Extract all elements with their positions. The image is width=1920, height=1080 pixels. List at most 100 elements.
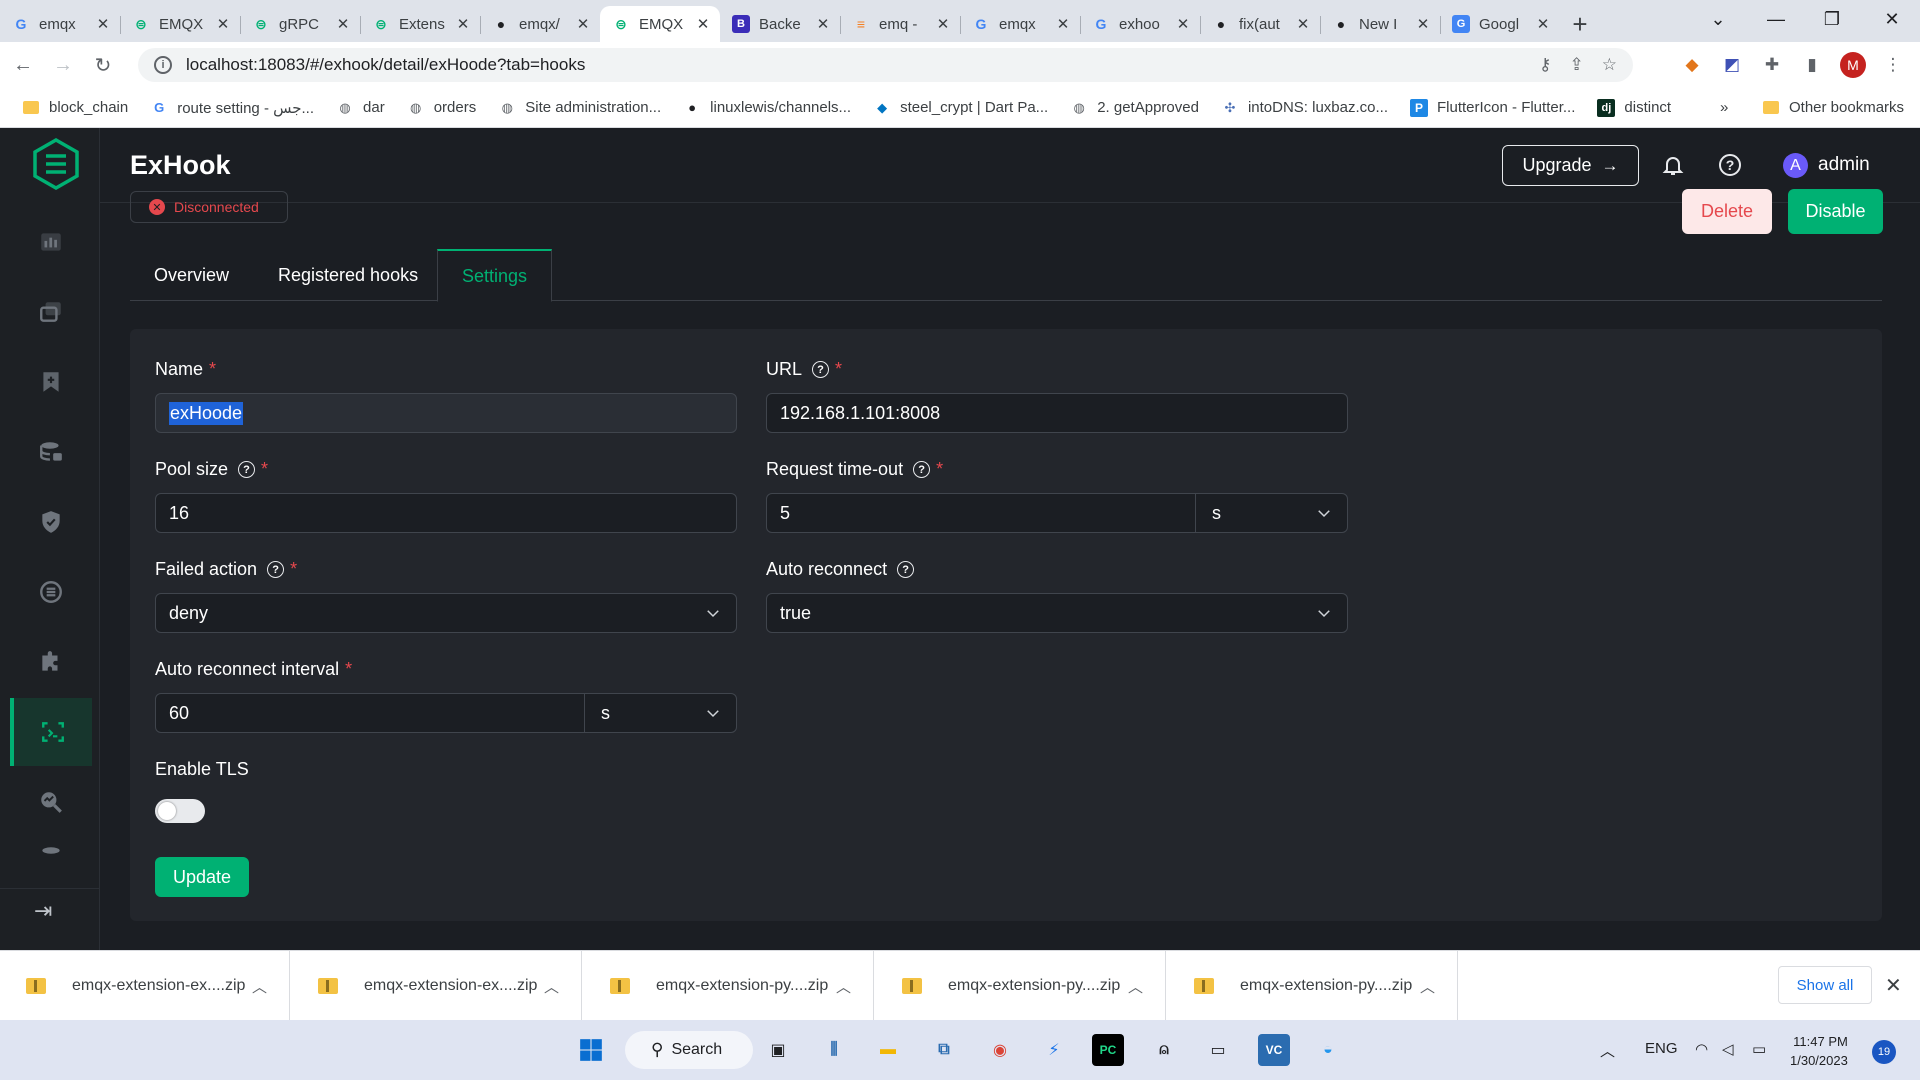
help-circle-icon[interactable]: ? <box>812 361 830 378</box>
bookmark-item[interactable]: ● linuxlewis/channels... <box>683 99 851 117</box>
browser-tab[interactable]: ≡ emq - ✕ <box>840 6 960 42</box>
chevron-up-icon[interactable]: ︿ <box>252 976 267 997</box>
close-icon[interactable]: ✕ <box>1054 15 1072 33</box>
key-icon[interactable]: ⚷ <box>1539 55 1551 75</box>
help-circle-icon[interactable]: ? <box>913 461 931 478</box>
bookmark-star-icon[interactable]: ☆ <box>1602 55 1617 75</box>
browser-tab[interactable]: G emqx ✕ <box>960 6 1080 42</box>
auto-reconnect-interval-input[interactable]: 60 s <box>155 693 737 733</box>
new-tab-button[interactable]: + <box>1560 6 1600 42</box>
close-icon[interactable]: ✕ <box>1294 15 1312 33</box>
help-circle-icon[interactable]: ? <box>238 461 256 478</box>
download-item[interactable]: emqx-extension-py....zip ︿ <box>876 951 1166 1021</box>
tab-search-icon[interactable]: ⌄ <box>1694 0 1742 38</box>
windows-start-icon[interactable] <box>575 1034 607 1066</box>
url-input[interactable]: 192.168.1.101:8008 <box>766 393 1348 433</box>
address-url[interactable]: localhost:18083/#/exhook/detail/exHoode?… <box>186 55 1521 75</box>
vscode-icon[interactable]: VC <box>1258 1034 1290 1066</box>
bookmark-item[interactable]: P FlutterIcon - Flutter... <box>1410 98 1575 117</box>
puzzle-icon[interactable]: ✚ <box>1759 52 1785 78</box>
volume-icon[interactable]: ◁ <box>1722 1040 1734 1058</box>
wifi-icon[interactable]: ◠ <box>1695 1040 1708 1058</box>
close-icon[interactable]: ✕ <box>934 15 952 33</box>
extension-icon[interactable]: ◩ <box>1719 52 1745 78</box>
bookmarks-overflow[interactable]: » <box>1720 99 1728 116</box>
failed-action-select[interactable]: deny <box>155 593 737 633</box>
docker-icon[interactable]: ◒ <box>1312 1034 1344 1066</box>
chevron-up-icon[interactable]: ︿ <box>1420 976 1435 997</box>
sidebar-item-exhook[interactable] <box>10 698 92 766</box>
side-panel-icon[interactable]: ▮ <box>1799 52 1825 78</box>
metamask-icon[interactable]: ◆ <box>1679 52 1705 78</box>
browser-tab-active[interactable]: ⊜ EMQX ✕ <box>600 6 720 42</box>
sidebar-item-dashboard[interactable] <box>10 208 92 276</box>
close-icon[interactable]: ✕ <box>454 15 472 33</box>
delete-button[interactable]: Delete <box>1682 189 1772 234</box>
sidebar-item-diagnose[interactable] <box>10 768 92 836</box>
browser-tab[interactable]: ● emqx/ ✕ <box>480 6 600 42</box>
browser-tab[interactable]: ⊜ gRPC ✕ <box>240 6 360 42</box>
auto-reconnect-select[interactable]: true <box>766 593 1348 633</box>
update-button[interactable]: Update <box>155 857 249 897</box>
more-menu-icon[interactable]: ⋮ <box>1880 52 1906 78</box>
chrome-icon[interactable]: ◉ <box>984 1034 1016 1066</box>
browser-tab[interactable]: G Googl ✕ <box>1440 6 1560 42</box>
bookmark-item[interactable]: Groute setting - جس... <box>150 99 314 117</box>
bookmark-item[interactable]: ◍ Site administration... <box>498 99 662 117</box>
pool-size-input[interactable]: 16 <box>155 493 737 533</box>
terminal-icon[interactable]: ▭ <box>1202 1034 1234 1066</box>
browser-tab[interactable]: ⊜ EMQX ✕ <box>120 6 240 42</box>
bookmark-item[interactable]: ◍ 2. getApproved <box>1070 99 1199 117</box>
download-item[interactable]: emqx-extension-py....zip ︿ <box>584 951 874 1021</box>
bookmark-item[interactable]: ◆ steel_crypt | Dart Pa... <box>873 99 1048 117</box>
close-icon[interactable]: ✕ <box>1174 15 1192 33</box>
user-name[interactable]: admin <box>1818 154 1870 176</box>
tab-settings[interactable]: Settings <box>437 249 553 302</box>
tab-registered-hooks[interactable]: Registered hooks <box>254 249 442 301</box>
chevron-up-icon[interactable]: ︿ <box>1600 1040 1615 1061</box>
taskbar-search[interactable]: ⚲ Search <box>625 1031 753 1069</box>
bookmark-item[interactable]: block_chain <box>22 99 128 117</box>
sidebar-item-subscriptions[interactable] <box>10 348 92 416</box>
sidebar-item-data-integration[interactable] <box>10 418 92 486</box>
close-icon[interactable]: ✕ <box>214 15 232 33</box>
bookmark-item[interactable]: ✣ intoDNS: luxbaz.co... <box>1221 99 1388 117</box>
power-app-icon[interactable]: ⚡ <box>1038 1034 1070 1066</box>
clock[interactable]: 11:47 PM 1/30/2023 <box>1790 1032 1848 1070</box>
battery-icon[interactable]: ▭ <box>1752 1040 1766 1058</box>
close-icon[interactable]: ✕ <box>814 15 832 33</box>
close-icon[interactable]: ✕ <box>94 15 112 33</box>
browser-tab[interactable]: ⊜ Extens ✕ <box>360 6 480 42</box>
network-app-icon[interactable]: ⧉ <box>928 1034 960 1066</box>
enable-tls-toggle[interactable] <box>155 799 205 823</box>
monitor-app-icon[interactable]: ⫼ <box>818 1034 850 1066</box>
bookmark-item[interactable]: dj distinct <box>1597 98 1671 117</box>
notification-badge[interactable]: 19 <box>1872 1040 1896 1064</box>
name-input[interactable]: exHoode <box>155 393 737 433</box>
close-icon[interactable]: ✕ <box>574 15 592 33</box>
other-bookmarks[interactable]: Other bookmarks <box>1762 99 1904 117</box>
sidebar-item-connections[interactable] <box>10 278 92 346</box>
browser-tab[interactable]: G exhoo ✕ <box>1080 6 1200 42</box>
upgrade-button[interactable]: Upgrade → <box>1502 145 1639 186</box>
address-bar[interactable]: i localhost:18083/#/exhook/detail/exHood… <box>138 48 1633 82</box>
download-item[interactable]: emqx-extension-py....zip ︿ <box>1168 951 1458 1021</box>
close-icon[interactable]: ✕ <box>1414 15 1432 33</box>
profile-avatar[interactable]: M <box>1840 52 1866 78</box>
show-all-button[interactable]: Show all <box>1778 966 1872 1004</box>
download-item[interactable]: emqx-extension-ex....zip ︿ <box>0 951 290 1021</box>
task-view-icon[interactable]: ▣ <box>762 1034 794 1066</box>
browser-tab[interactable]: B Backe ✕ <box>720 6 840 42</box>
tab-overview[interactable]: Overview <box>130 249 253 301</box>
share-icon[interactable]: ⇪ <box>1570 55 1584 75</box>
bookmark-item[interactable]: ◍ orders <box>407 99 476 117</box>
close-icon[interactable]: ✕ <box>334 15 352 33</box>
pycharm-icon[interactable]: PC <box>1092 1034 1124 1066</box>
browser-tab[interactable]: ● New I ✕ <box>1320 6 1440 42</box>
forward-icon[interactable]: → <box>46 48 80 82</box>
language-indicator[interactable]: ENG <box>1645 1040 1678 1057</box>
chevron-up-icon[interactable]: ︿ <box>1128 976 1143 997</box>
minimize-icon[interactable]: — <box>1752 0 1800 38</box>
window-close-icon[interactable]: ✕ <box>1868 0 1916 38</box>
bell-icon[interactable] <box>1660 152 1686 178</box>
